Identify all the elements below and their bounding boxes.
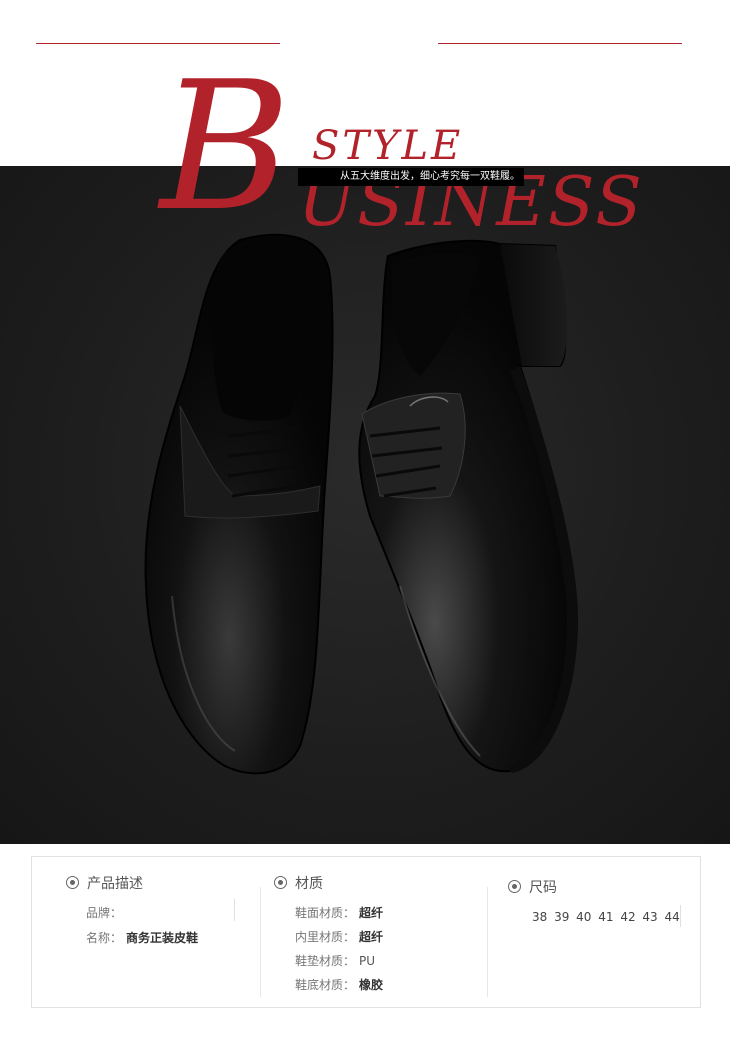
material-row: 鞋面材质： 超纤: [295, 904, 383, 921]
material-row: 鞋垫材质： PU: [295, 952, 375, 969]
target-icon: [274, 876, 287, 889]
headline-subtitle: 从五大维度出发，细心考究每一双鞋履。: [298, 168, 524, 186]
field-divider: [680, 905, 681, 927]
target-icon: [508, 880, 521, 893]
material-label: 鞋底材质：: [295, 978, 356, 992]
description-title: 产品描述: [87, 876, 143, 892]
material-row: 鞋底材质： 橡胶: [295, 976, 383, 993]
material-title: 材质: [295, 876, 323, 892]
material-value: 橡胶: [359, 978, 384, 992]
size-title: 尺码: [529, 880, 557, 896]
brand-row: 品牌：: [86, 904, 126, 921]
material-heading: 材质: [274, 873, 323, 893]
headline-style-word: STYLE: [312, 123, 464, 169]
field-divider: [234, 899, 235, 921]
column-divider: [260, 887, 261, 997]
material-row: 内里材质： 超纤: [295, 928, 383, 945]
material-value: 超纤: [359, 906, 384, 920]
material-label: 鞋垫材质：: [295, 954, 356, 968]
product-info-panel: 产品描述 品牌： 名称： 商务正装皮鞋 材质 鞋面材质： 超纤 内里材质： 超纤 鞋垫…: [31, 856, 701, 1008]
material-value: 超纤: [359, 930, 384, 944]
headline-big-letter: B: [160, 43, 291, 250]
material-value: PU: [359, 954, 376, 968]
name-row: 名称： 商务正装皮鞋: [86, 929, 198, 946]
top-rule-right: [438, 43, 682, 44]
material-label: 鞋面材质：: [295, 906, 356, 920]
name-label: 名称：: [86, 931, 123, 945]
target-icon: [66, 876, 79, 889]
name-value: 商务正装皮鞋: [126, 931, 199, 945]
description-heading: 产品描述: [66, 873, 143, 893]
brand-label: 品牌：: [86, 906, 123, 920]
size-list: 38 39 40 41 42 43 44: [532, 910, 680, 924]
shoe-pair-image: [144, 233, 579, 775]
column-divider: [487, 887, 488, 997]
size-heading: 尺码: [508, 877, 557, 897]
material-label: 内里材质：: [295, 930, 356, 944]
